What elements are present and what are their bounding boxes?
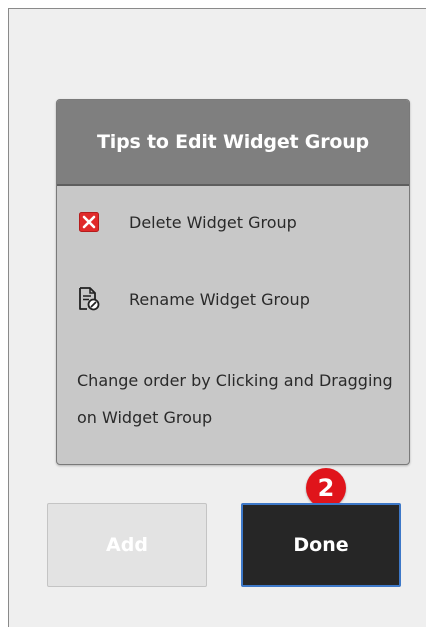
add-button[interactable]: Add — [47, 503, 207, 587]
reorder-tip-text: Change order by Clicking and Dragging on… — [77, 371, 393, 427]
tip-rename-widget-group: Rename Widget Group — [77, 287, 310, 311]
tip-delete-widget-group: Delete Widget Group — [77, 210, 297, 234]
tip-rename-label: Rename Widget Group — [129, 289, 310, 309]
delete-x-icon — [77, 210, 101, 234]
tips-title: Tips to Edit Widget Group — [97, 131, 369, 153]
rename-document-icon — [77, 287, 101, 311]
tips-header: Tips to Edit Widget Group — [57, 100, 409, 186]
step-number-badge: 2 — [306, 468, 346, 508]
done-button[interactable]: Done — [241, 503, 401, 587]
tip-delete-label: Delete Widget Group — [129, 212, 297, 232]
tips-panel: Tips to Edit Widget Group Delete Widget … — [56, 99, 410, 465]
